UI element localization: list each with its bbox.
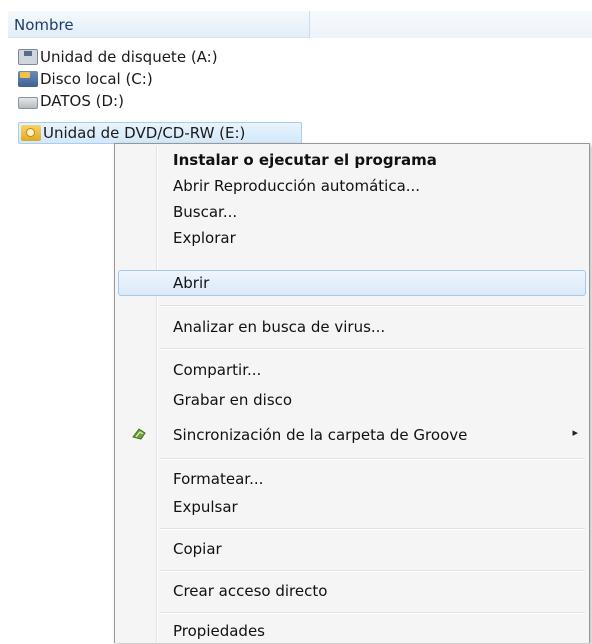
menu-item-label: Explorar xyxy=(173,229,236,247)
drive-item-dvd[interactable]: Unidad de DVD/CD-RW (E:) xyxy=(18,122,302,144)
menu-item-label: Instalar o ejecutar el programa xyxy=(173,151,437,169)
menu-item-eject[interactable]: Expulsar xyxy=(118,494,586,520)
menu-item-format[interactable]: Formatear... xyxy=(118,466,586,492)
drive-label: Unidad de disquete (A:) xyxy=(40,48,218,66)
menu-item-scan-virus[interactable]: Analizar en busca de virus... xyxy=(118,314,586,340)
menu-item-groove-sync[interactable]: Sincronización de la carpeta de Groove ▸ xyxy=(118,422,586,448)
menu-separator xyxy=(160,305,585,307)
menu-item-explore[interactable]: Explorar xyxy=(118,225,586,251)
menu-separator xyxy=(160,348,585,350)
menu-item-label: Compartir... xyxy=(173,361,262,379)
menu-separator xyxy=(160,458,585,460)
menu-item-install-run[interactable]: Instalar o ejecutar el programa xyxy=(118,147,586,173)
menu-item-create-shortcut[interactable]: Crear acceso directo xyxy=(118,578,586,604)
explorer-window: Nombre Unidad de disquete (A:) Disco loc… xyxy=(0,0,592,643)
column-header-name[interactable]: Nombre xyxy=(8,11,310,38)
drive-item-local-disk[interactable]: Disco local (C:) xyxy=(18,68,153,90)
menu-item-label: Expulsar xyxy=(173,498,238,516)
menu-item-label: Analizar en busca de virus... xyxy=(173,318,386,336)
submenu-arrow-icon: ▸ xyxy=(572,426,578,439)
menu-item-autoplay[interactable]: Abrir Reproducción automática... xyxy=(118,173,586,199)
column-header-label: Nombre xyxy=(14,16,74,34)
menu-item-label: Grabar en disco xyxy=(173,391,293,409)
drive-label: Disco local (C:) xyxy=(40,70,153,88)
drive-item-floppy[interactable]: Unidad de disquete (A:) xyxy=(18,46,218,68)
menu-item-label: Abrir xyxy=(173,274,210,292)
menu-item-label: Buscar... xyxy=(173,203,238,221)
menu-item-label: Formatear... xyxy=(173,470,264,488)
hard-drive-icon xyxy=(18,97,38,109)
drive-item-datos[interactable]: DATOS (D:) xyxy=(18,90,124,112)
menu-item-properties[interactable]: Propiedades xyxy=(118,618,586,644)
menu-separator xyxy=(160,528,585,530)
floppy-drive-icon xyxy=(18,49,38,65)
groove-sync-icon xyxy=(132,428,146,440)
menu-item-copy[interactable]: Copiar xyxy=(118,536,586,562)
menu-item-label: Abrir Reproducción automática... xyxy=(173,177,421,195)
context-menu: Instalar o ejecutar el programa Abrir Re… xyxy=(114,143,590,643)
menu-item-burn-disc[interactable]: Grabar en disco xyxy=(118,387,586,413)
menu-item-search[interactable]: Buscar... xyxy=(118,199,586,225)
local-disk-icon xyxy=(18,71,38,87)
column-header-empty xyxy=(310,11,592,38)
drive-label: DATOS (D:) xyxy=(40,92,124,110)
menu-item-open[interactable]: Abrir xyxy=(118,270,586,296)
drive-label: Unidad de DVD/CD-RW (E:) xyxy=(43,124,246,142)
menu-item-label: Sincronización de la carpeta de Groove xyxy=(173,426,468,444)
menu-item-label: Copiar xyxy=(173,540,222,558)
dvd-drive-icon xyxy=(21,125,41,141)
menu-separator xyxy=(160,612,585,614)
menu-item-label: Propiedades xyxy=(173,622,265,640)
menu-separator xyxy=(160,570,585,572)
menu-item-share[interactable]: Compartir... xyxy=(118,357,586,383)
menu-item-label: Crear acceso directo xyxy=(173,582,328,600)
